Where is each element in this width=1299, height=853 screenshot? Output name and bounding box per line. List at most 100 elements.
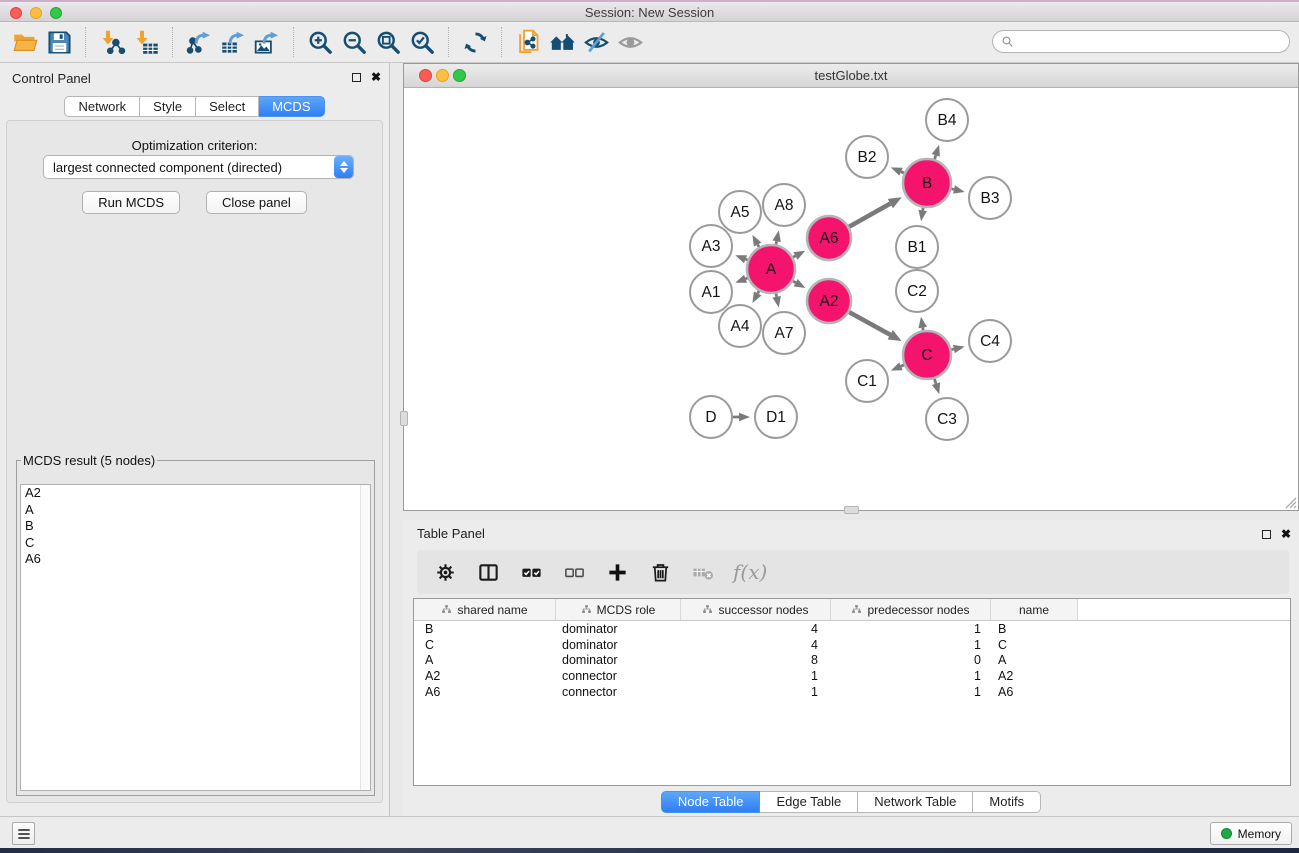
tab-mcds[interactable]: MCDS <box>259 96 324 117</box>
graph-edge-B-B3[interactable] <box>951 185 964 193</box>
graph-node-C2[interactable]: C2 <box>896 270 938 312</box>
table-cell[interactable]: B <box>414 622 556 636</box>
table-row[interactable]: Cdominator41C <box>414 637 1290 653</box>
graph-node-A5[interactable]: A5 <box>719 191 761 233</box>
table-cell[interactable]: A2 <box>991 669 1078 683</box>
network-window-titlebar[interactable]: testGlobe.txt <box>404 64 1298 88</box>
graph-node-A8[interactable]: A8 <box>763 184 805 226</box>
graph-edge-A-A2[interactable] <box>793 279 805 288</box>
graph-edge-A-A7[interactable] <box>772 293 780 307</box>
graph-edge-C-C1[interactable] <box>891 362 904 370</box>
table-cell[interactable]: 8 <box>681 653 831 667</box>
table-cell[interactable]: 4 <box>681 622 831 636</box>
graph-node-B2[interactable]: B2 <box>846 136 888 178</box>
graph-node-B1[interactable]: B1 <box>896 226 938 268</box>
graph-node-A4[interactable]: A4 <box>719 305 761 347</box>
graph-node-D[interactable]: D <box>690 396 732 438</box>
import-table-button[interactable] <box>129 26 163 58</box>
table-cell[interactable]: 1 <box>681 669 831 683</box>
search-input[interactable] <box>1020 35 1281 49</box>
graph-node-C4[interactable]: C4 <box>969 320 1011 362</box>
mcds-result-item[interactable]: C <box>21 535 370 552</box>
graph-edge-C-C3[interactable] <box>932 379 940 394</box>
table-cell[interactable]: A6 <box>991 685 1078 699</box>
table-cell[interactable]: C <box>991 638 1078 652</box>
table-row[interactable]: Adominator80A <box>414 652 1290 668</box>
optimization-select[interactable]: largest connected component (directed) <box>43 155 354 179</box>
column-header-MCDS-role[interactable]: MCDS role <box>556 599 681 620</box>
close-table-panel-icon[interactable]: ✖ <box>1281 528 1291 540</box>
graph-node-C3[interactable]: C3 <box>926 398 968 440</box>
mcds-result-item[interactable]: A6 <box>21 551 370 568</box>
graph-node-A7[interactable]: A7 <box>763 312 805 354</box>
table-cell[interactable]: C <box>414 638 556 652</box>
table-row[interactable]: A6connector11A6 <box>414 684 1290 700</box>
tab-style[interactable]: Style <box>140 96 196 117</box>
table-cell[interactable]: B <box>991 622 1078 636</box>
graph-edge-A-A1[interactable] <box>735 275 747 283</box>
mcds-result-item[interactable]: B <box>21 518 370 535</box>
table-cell[interactable]: 0 <box>831 653 991 667</box>
graph-edge-C-C4[interactable] <box>951 345 964 353</box>
table-cell[interactable]: 1 <box>831 622 991 636</box>
column-header-name[interactable]: name <box>991 599 1078 620</box>
hide-panels-button[interactable] <box>579 26 613 58</box>
graph-edge-A-A5[interactable] <box>752 235 761 247</box>
graph-edge-B-B1[interactable] <box>918 208 926 222</box>
tab-motifs[interactable]: Motifs <box>973 791 1041 813</box>
zoom-fit-button[interactable] <box>371 26 405 58</box>
delete-row-button[interactable] <box>647 559 673 585</box>
column-header-shared-name[interactable]: shared name <box>414 599 556 620</box>
mcds-result-item[interactable]: A <box>21 502 370 519</box>
table-row[interactable]: Bdominator41B <box>414 621 1290 637</box>
graph-node-A[interactable]: A <box>747 245 795 293</box>
float-panel-icon[interactable] <box>352 73 361 82</box>
export-table-button[interactable] <box>216 26 250 58</box>
graph-edge-B-B2[interactable] <box>891 167 904 175</box>
zoom-in-button[interactable] <box>303 26 337 58</box>
export-image-button[interactable] <box>250 26 284 58</box>
table-cell[interactable]: dominator <box>556 653 681 667</box>
result-list-scrollbar[interactable] <box>360 485 370 790</box>
tab-select[interactable]: Select <box>196 96 259 117</box>
tab-network-table[interactable]: Network Table <box>858 791 973 813</box>
close-panel-icon[interactable]: ✖ <box>371 71 381 83</box>
mcds-result-list[interactable]: A2ABCA6 <box>20 484 371 791</box>
graph-node-B[interactable]: B <box>903 159 951 207</box>
gear-button[interactable] <box>432 559 458 585</box>
graph-node-A1[interactable]: A1 <box>690 271 732 313</box>
table-cell[interactable]: A <box>414 653 556 667</box>
graph-edge-A-A3[interactable] <box>735 255 747 263</box>
save-session-button[interactable] <box>42 26 76 58</box>
select-all-button[interactable] <box>518 559 544 585</box>
delete-table-button[interactable] <box>690 559 716 585</box>
add-row-button[interactable] <box>604 559 630 585</box>
graph-node-C[interactable]: C <box>903 331 951 379</box>
columns-button[interactable] <box>475 559 501 585</box>
table-cell[interactable]: connector <box>556 669 681 683</box>
clone-network-button[interactable] <box>511 26 545 58</box>
table-cell[interactable]: 4 <box>681 638 831 652</box>
zoom-out-button[interactable] <box>337 26 371 58</box>
task-history-button[interactable] <box>12 822 35 845</box>
tab-edge-table[interactable]: Edge Table <box>760 791 858 813</box>
vertical-scroll-nub[interactable] <box>400 411 408 426</box>
graph-edge-A-A6[interactable] <box>793 251 805 260</box>
show-panels-button[interactable] <box>613 26 647 58</box>
table-cell[interactable]: A6 <box>414 685 556 699</box>
graph-edge-A-A8[interactable] <box>772 230 780 244</box>
mcds-result-item[interactable]: A2 <box>21 485 370 502</box>
export-network-button[interactable] <box>182 26 216 58</box>
cybrowser-button[interactable] <box>545 26 579 58</box>
resize-grip-icon[interactable] <box>1282 494 1297 509</box>
table-row[interactable]: A2connector11A2 <box>414 668 1290 684</box>
search-box[interactable] <box>992 30 1290 53</box>
table-cell[interactable]: 1 <box>831 669 991 683</box>
graph-edge-C-C2[interactable] <box>918 317 926 331</box>
graph-edge-B-B4[interactable] <box>932 145 940 159</box>
graph-node-B4[interactable]: B4 <box>926 99 968 141</box>
graph-node-A2[interactable]: A2 <box>807 279 851 323</box>
close-panel-button[interactable]: Close panel <box>206 191 307 214</box>
table-cell[interactable]: connector <box>556 685 681 699</box>
column-header-successor-nodes[interactable]: successor nodes <box>681 599 831 620</box>
